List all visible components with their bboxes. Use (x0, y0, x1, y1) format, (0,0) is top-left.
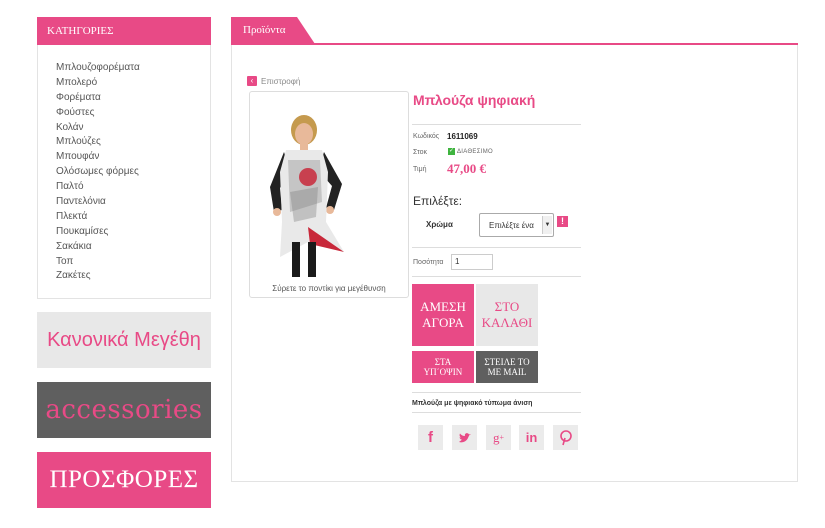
category-item[interactable]: Μπλουζοφορέματα (56, 61, 140, 76)
send-mail-line2: ΜΕ MAIL (487, 367, 527, 377)
code-label: Κωδικός (413, 133, 440, 140)
tab-corner (297, 17, 315, 44)
category-item[interactable]: Παντελόνια (56, 195, 140, 210)
buy-now-line1: ΑΜΕΣΗ (420, 299, 466, 314)
product-photo (270, 115, 344, 277)
category-item[interactable]: Κολάν (56, 121, 140, 136)
facebook-icon[interactable]: f (418, 425, 443, 450)
chevron-left-icon: ‹ (247, 76, 257, 86)
category-item[interactable]: Πουκαμίσες (56, 225, 140, 240)
categories-header: ΚΑΤΗΓΟΡΙΕΣ (37, 17, 211, 45)
send-mail-line1: ΣΤΕΙΛΕ ΤΟ (484, 357, 530, 367)
buy-now-button[interactable]: ΑΜΕΣΗ ΑΓΟΡΑ (412, 284, 474, 346)
product-image-frame[interactable]: Σύρετε το ποντίκι για μεγέθυνση (249, 91, 409, 298)
color-label: Χρώμα (426, 220, 453, 229)
add-to-cart-line1: ΣΤΟ (494, 299, 520, 314)
category-item[interactable]: Φορέματα (56, 91, 140, 106)
back-label: Επιστροφή (261, 76, 301, 86)
category-item[interactable]: Μπολερό (56, 76, 140, 91)
quantity-label: Ποσότητα (413, 259, 444, 266)
add-to-cart-line2: ΚΑΛΑΘΙ (481, 315, 533, 330)
buy-now-line2: ΑΓΟΡΑ (422, 315, 464, 330)
divider (412, 392, 581, 393)
divider (412, 276, 581, 277)
wishlist-line2: ΥΠ΄ΟΨΙΝ (423, 367, 463, 377)
zoom-hint: Σύρετε το ποντίκι για μεγέθυνση (272, 284, 386, 293)
check-icon: ✓ (448, 148, 455, 155)
product-title: Μπλούζα ψηφιακή (413, 92, 536, 108)
back-link[interactable]: ‹ Επιστροφή (247, 76, 300, 86)
categories-list: Μπλουζοφορέματα Μπολερό Φορέματα Φούστες… (56, 61, 140, 284)
quantity-input[interactable]: 1 (451, 254, 493, 270)
stock-label: Στοκ (413, 149, 428, 156)
linkedin-icon[interactable]: in (519, 425, 544, 450)
offers-banner[interactable]: ΠΡΟΣΦΟΡΕΣ (37, 452, 211, 508)
code-value: 1611069 (447, 132, 478, 141)
alert-icon: ! (557, 216, 568, 227)
pinterest-icon[interactable] (553, 425, 578, 450)
category-item[interactable]: Φούστες (56, 106, 140, 121)
divider (412, 412, 581, 413)
chevron-down-icon: ▼ (542, 216, 552, 234)
price-label: Τιμή (413, 166, 427, 173)
category-item[interactable]: Ζακέτες (56, 269, 140, 284)
category-item[interactable]: Τοπ (56, 255, 140, 270)
category-item[interactable]: Μπουφάν (56, 150, 140, 165)
stock-status: ΔΙΑΘΕΣΙΜΟ (457, 149, 493, 155)
price-value: 47,00 € (447, 161, 486, 176)
accessories-banner[interactable]: accessories (37, 382, 211, 438)
category-item[interactable]: Μπλούζες (56, 135, 140, 150)
category-item[interactable]: Παλτό (56, 180, 140, 195)
category-item[interactable]: Πλεκτά (56, 210, 140, 225)
category-item[interactable]: Σακάκια (56, 240, 140, 255)
options-heading: Επιλέξτε: (413, 194, 463, 208)
add-to-cart-button[interactable]: ΣΤΟ ΚΑΛΑΘΙ (476, 284, 538, 346)
twitter-icon[interactable] (452, 425, 477, 450)
wishlist-button[interactable]: ΣΤΑ ΥΠ΄ΟΨΙΝ (412, 351, 474, 383)
category-item[interactable]: Ολόσωμες φόρμες (56, 165, 140, 180)
products-tab[interactable]: Προϊόντα (231, 17, 297, 44)
regular-sizes-banner[interactable]: Κανονικά Μεγέθη (37, 312, 211, 368)
google-plus-icon[interactable]: g + (486, 425, 511, 450)
color-select-value: Επιλέξτε ένα (489, 221, 534, 230)
categories-panel: Μπλουζοφορέματα Μπολερό Φορέματα Φούστες… (37, 45, 211, 299)
send-mail-button[interactable]: ΣΤΕΙΛΕ ΤΟ ΜΕ MAIL (476, 351, 538, 383)
wishlist-line1: ΣΤΑ (434, 357, 452, 367)
color-select[interactable]: Επιλέξτε ένα ▼ (479, 213, 554, 237)
divider (412, 247, 581, 248)
product-description: Μπλούζα με ψηφιακό τύπωμα άνιση (412, 400, 533, 407)
divider (412, 124, 581, 125)
